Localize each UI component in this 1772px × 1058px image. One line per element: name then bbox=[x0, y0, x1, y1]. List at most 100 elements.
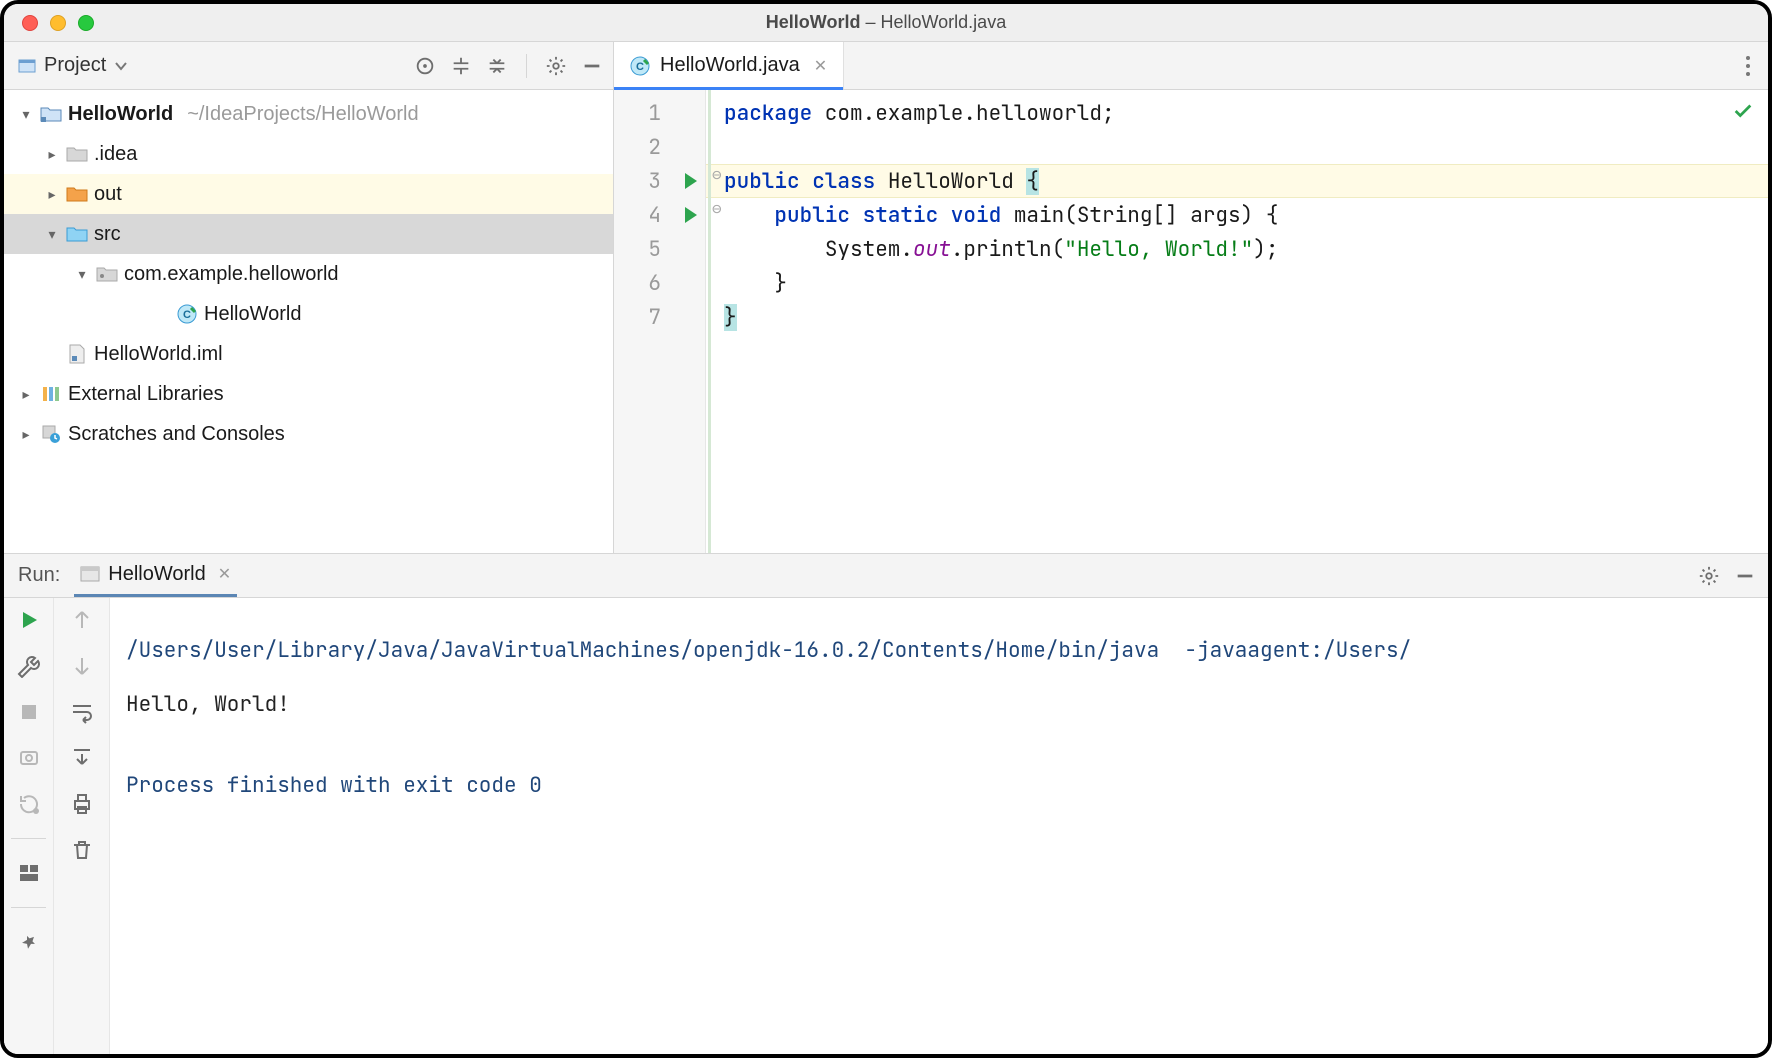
tree-node-class[interactable]: ▸ C HelloWorld bbox=[4, 294, 613, 334]
editor-tab-label: HelloWorld.java bbox=[660, 54, 800, 77]
titlebar: HelloWorld – HelloWorld.java bbox=[4, 4, 1768, 42]
chevron-right-icon[interactable]: ▸ bbox=[44, 146, 60, 163]
project-tool-header: Project bbox=[4, 42, 613, 90]
chevron-down-icon[interactable]: ▾ bbox=[44, 226, 60, 243]
layout-button[interactable] bbox=[17, 861, 41, 885]
window-title-file: HelloWorld.java bbox=[880, 12, 1006, 32]
console-line-command: /Users/User/Library/Java/JavaVirtualMach… bbox=[126, 637, 1752, 664]
close-run-tab-button[interactable]: ✕ bbox=[218, 564, 231, 584]
tree-project-root[interactable]: ▾ HelloWorld ~/IdeaProjects/HelloWorld bbox=[4, 94, 613, 134]
run-settings-button[interactable] bbox=[1698, 565, 1720, 587]
project-view-title: Project bbox=[44, 54, 106, 77]
fold-indicator bbox=[708, 90, 711, 553]
line-number: 2 bbox=[648, 134, 661, 161]
line-number: 1 bbox=[648, 100, 661, 127]
run-gutter-icon[interactable] bbox=[685, 173, 697, 189]
down-button[interactable] bbox=[70, 654, 94, 678]
fold-toggle-icon[interactable]: ⊖ bbox=[712, 164, 722, 185]
run-tool-window: Run: HelloWorld ✕ bbox=[4, 554, 1768, 1054]
node-label: com.example.helloworld bbox=[124, 263, 339, 286]
excluded-folder-icon bbox=[66, 185, 88, 203]
tree-node-package[interactable]: ▾ com.example.helloworld bbox=[4, 254, 613, 294]
up-button[interactable] bbox=[70, 608, 94, 632]
run-console[interactable]: /Users/User/Library/Java/JavaVirtualMach… bbox=[110, 598, 1768, 1054]
node-label: src bbox=[94, 223, 121, 246]
editor-options-button[interactable] bbox=[1728, 42, 1768, 89]
fold-toggle-icon[interactable]: ⊖ bbox=[712, 198, 722, 219]
line-number: 5 bbox=[648, 236, 661, 263]
run-tool-header: Run: HelloWorld ✕ bbox=[4, 554, 1768, 598]
folder-icon bbox=[66, 145, 88, 163]
node-label: out bbox=[94, 183, 122, 206]
run-tab-label: HelloWorld bbox=[108, 563, 205, 586]
dump-threads-button[interactable] bbox=[17, 746, 41, 770]
node-label: HelloWorld bbox=[204, 303, 301, 326]
source-folder-icon bbox=[66, 225, 88, 243]
code-content[interactable]: package com.example.helloworld; ⊖public … bbox=[706, 90, 1768, 553]
clear-all-button[interactable] bbox=[70, 838, 94, 862]
run-config-icon bbox=[80, 566, 100, 582]
expand-all-button[interactable] bbox=[450, 55, 472, 77]
chevron-right-icon[interactable]: ▸ bbox=[18, 386, 34, 403]
hide-run-panel-button[interactable] bbox=[1734, 565, 1756, 587]
project-path: ~/IdeaProjects/HelloWorld bbox=[187, 103, 418, 126]
tree-node-out[interactable]: ▸ out bbox=[4, 174, 613, 214]
project-view-selector[interactable]: Project bbox=[18, 54, 408, 77]
run-toolbar-secondary bbox=[54, 598, 110, 1054]
chevron-right-icon[interactable]: ▸ bbox=[44, 186, 60, 203]
run-label: Run: bbox=[18, 564, 60, 587]
chevron-down-icon[interactable]: ▾ bbox=[18, 106, 34, 123]
module-file-icon bbox=[66, 345, 88, 363]
svg-text:C: C bbox=[636, 61, 644, 73]
run-gutter-icon[interactable] bbox=[685, 207, 697, 223]
tree-node-external-libraries[interactable]: ▸ External Libraries bbox=[4, 374, 613, 414]
wrench-button[interactable] bbox=[17, 654, 41, 678]
locate-file-button[interactable] bbox=[414, 55, 436, 77]
chevron-down-icon[interactable]: ▾ bbox=[74, 266, 90, 283]
editor-tab-active[interactable]: C HelloWorld.java ✕ bbox=[614, 42, 844, 89]
console-line-output: Hello, World! bbox=[126, 691, 1752, 718]
editor-area: C HelloWorld.java ✕ 1 2 bbox=[614, 42, 1768, 553]
window-title-project: HelloWorld bbox=[766, 12, 861, 32]
print-button[interactable] bbox=[70, 792, 94, 816]
svg-text:C: C bbox=[183, 309, 191, 321]
settings-button[interactable] bbox=[545, 55, 567, 77]
run-tab-active[interactable]: HelloWorld ✕ bbox=[74, 554, 237, 597]
rerun-button[interactable] bbox=[17, 608, 41, 632]
tree-node-iml[interactable]: ▸ HelloWorld.iml bbox=[4, 334, 613, 374]
chevron-down-icon bbox=[114, 59, 128, 73]
java-class-icon: C bbox=[176, 305, 198, 323]
line-number: 4 bbox=[648, 202, 661, 229]
console-line-exit: Process finished with exit code 0 bbox=[126, 772, 1752, 799]
tree-node-idea[interactable]: ▸ .idea bbox=[4, 134, 613, 174]
toolbar-divider bbox=[11, 907, 45, 908]
soft-wrap-button[interactable] bbox=[70, 700, 94, 724]
node-label: .idea bbox=[94, 143, 137, 166]
restart-button[interactable] bbox=[17, 792, 41, 816]
stop-button[interactable] bbox=[17, 700, 41, 724]
editor-gutter[interactable]: 1 2 3 4 5 6 7 bbox=[614, 90, 706, 553]
collapse-all-button[interactable] bbox=[486, 55, 508, 77]
run-toolbar-primary bbox=[4, 598, 54, 1054]
node-label: External Libraries bbox=[68, 383, 224, 406]
line-number: 6 bbox=[648, 270, 661, 297]
window-title: HelloWorld – HelloWorld.java bbox=[4, 12, 1768, 33]
scroll-to-end-button[interactable] bbox=[70, 746, 94, 770]
pin-button[interactable] bbox=[17, 930, 41, 954]
editor-tabs: C HelloWorld.java ✕ bbox=[614, 42, 1768, 90]
project-tool-window: Project bbox=[4, 42, 614, 553]
project-tree[interactable]: ▾ HelloWorld ~/IdeaProjects/HelloWorld ▸… bbox=[4, 90, 613, 553]
hide-panel-button[interactable] bbox=[581, 55, 603, 77]
chevron-right-icon[interactable]: ▸ bbox=[18, 426, 34, 443]
close-tab-button[interactable]: ✕ bbox=[814, 56, 827, 76]
package-icon bbox=[96, 265, 118, 283]
project-name: HelloWorld bbox=[68, 103, 173, 126]
code-editor[interactable]: 1 2 3 4 5 6 7 package com.example.hellow… bbox=[614, 90, 1768, 553]
line-number: 7 bbox=[648, 304, 661, 331]
java-class-icon: C bbox=[630, 56, 650, 76]
module-icon bbox=[40, 105, 62, 123]
tree-node-src[interactable]: ▾ src bbox=[4, 214, 613, 254]
node-label: HelloWorld.iml bbox=[94, 343, 223, 366]
toolbar-divider bbox=[11, 838, 45, 839]
tree-node-scratches[interactable]: ▸ Scratches and Consoles bbox=[4, 414, 613, 454]
